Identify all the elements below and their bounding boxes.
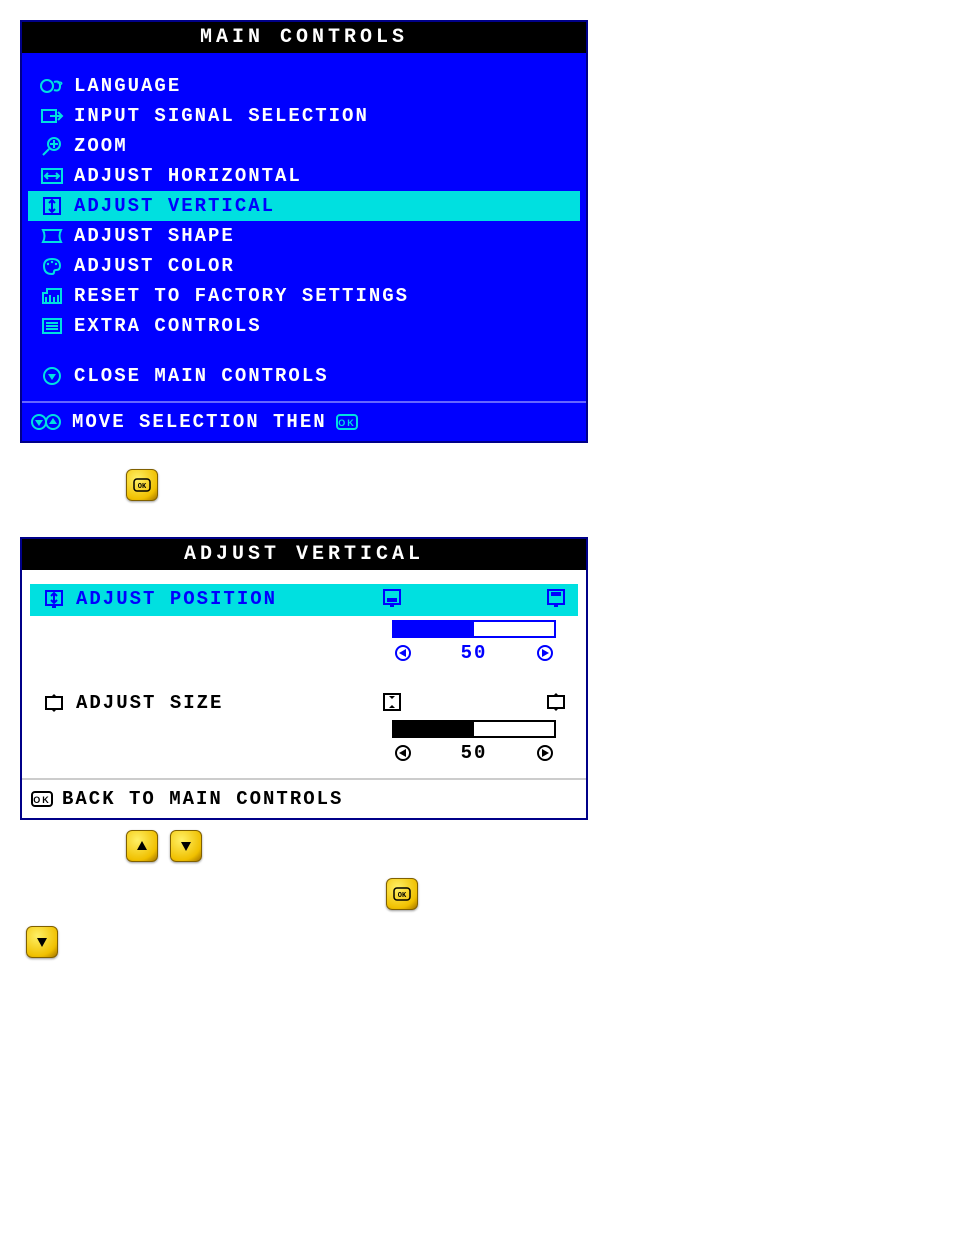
ok-icon: OK bbox=[335, 413, 359, 431]
ok-icon: OK bbox=[28, 790, 56, 808]
adj-color-icon bbox=[34, 256, 70, 276]
svg-text:OK: OK bbox=[338, 418, 356, 428]
updown-icon bbox=[28, 412, 64, 432]
menu-item-adjust-vertical[interactable]: ADJUST VERTICAL bbox=[28, 191, 580, 221]
menu-label: LANGUAGE bbox=[70, 75, 574, 97]
adj-horiz-icon bbox=[34, 166, 70, 186]
pos-up-icon bbox=[544, 588, 568, 608]
footer-hint-text: MOVE SELECTION THEN bbox=[72, 411, 327, 433]
adj-shape-icon bbox=[34, 226, 70, 246]
adj-size-icon bbox=[36, 692, 72, 714]
menu-label: ADJUST COLOR bbox=[70, 255, 574, 277]
back-label: BACK TO MAIN CONTROLS bbox=[56, 788, 343, 810]
footer-hint: MOVE SELECTION THEN OK bbox=[64, 411, 359, 433]
right-arrow-icon[interactable] bbox=[536, 644, 554, 662]
size-slider[interactable] bbox=[392, 720, 556, 738]
sub-footer[interactable]: OK BACK TO MAIN CONTROLS bbox=[22, 778, 586, 818]
adj-vert-icon bbox=[34, 196, 70, 216]
zoom-icon bbox=[34, 136, 70, 156]
hw-buttons-row-4 bbox=[20, 920, 954, 964]
right-arrow-icon[interactable] bbox=[536, 744, 554, 762]
sub-body: ADJUST POSITION bbox=[22, 570, 586, 778]
adjust-vertical-panel: ADJUST VERTICAL ADJUST POSITION bbox=[20, 537, 588, 820]
left-arrow-icon[interactable] bbox=[394, 744, 412, 762]
menu-label: ADJUST HORIZONTAL bbox=[70, 165, 574, 187]
sub-title: ADJUST VERTICAL bbox=[22, 539, 586, 570]
menu-label: ADJUST VERTICAL bbox=[70, 195, 574, 217]
extra-icon bbox=[34, 316, 70, 336]
adj-position-icon bbox=[36, 588, 72, 610]
menu-label: CLOSE MAIN CONTROLS bbox=[70, 365, 574, 387]
sub-item-adjust-size[interactable]: ADJUST SIZE 50 bbox=[30, 688, 578, 768]
reset-icon bbox=[34, 286, 70, 306]
menu-label: ZOOM bbox=[70, 135, 574, 157]
size-grow-icon bbox=[544, 692, 568, 712]
menu-item-adjust-horizontal[interactable]: ADJUST HORIZONTAL bbox=[28, 161, 580, 191]
main-controls-panel: MAIN CONTROLS ? LANGUAGE INPUT SIGNAL SE… bbox=[20, 20, 588, 443]
menu-label: RESET TO FACTORY SETTINGS bbox=[70, 285, 574, 307]
position-slider[interactable] bbox=[392, 620, 556, 638]
input-icon bbox=[34, 106, 70, 126]
sub-item-label: ADJUST POSITION bbox=[72, 588, 277, 610]
svg-text:OK: OK bbox=[398, 892, 407, 900]
pos-down-icon bbox=[380, 588, 404, 608]
menu-item-language[interactable]: ? LANGUAGE bbox=[28, 71, 580, 101]
main-menu-list: ? LANGUAGE INPUT SIGNAL SELECTION ZOOM A… bbox=[22, 53, 586, 401]
hw-buttons-row-1: OK bbox=[120, 463, 954, 507]
up-button[interactable] bbox=[126, 830, 158, 862]
main-footer: MOVE SELECTION THEN OK bbox=[22, 401, 586, 441]
language-icon: ? bbox=[34, 76, 70, 96]
menu-item-reset-factory[interactable]: RESET TO FACTORY SETTINGS bbox=[28, 281, 580, 311]
size-value: 50 bbox=[461, 742, 488, 764]
size-shrink-icon bbox=[380, 692, 404, 712]
left-arrow-icon[interactable] bbox=[394, 644, 412, 662]
down-button[interactable] bbox=[170, 830, 202, 862]
position-value: 50 bbox=[461, 642, 488, 664]
close-icon bbox=[34, 366, 70, 386]
svg-text:OK: OK bbox=[33, 795, 51, 805]
sub-item-position-value-row: 50 bbox=[30, 616, 578, 668]
hw-buttons-row-2 bbox=[120, 824, 954, 868]
menu-item-extra-controls[interactable]: EXTRA CONTROLS bbox=[28, 311, 580, 341]
menu-item-close[interactable]: CLOSE MAIN CONTROLS bbox=[28, 361, 580, 391]
ok-button[interactable]: OK bbox=[126, 469, 158, 501]
svg-text:OK: OK bbox=[138, 483, 147, 491]
sub-item-adjust-position[interactable]: ADJUST POSITION bbox=[30, 584, 578, 616]
svg-text:?: ? bbox=[57, 81, 64, 92]
menu-item-adjust-shape[interactable]: ADJUST SHAPE bbox=[28, 221, 580, 251]
menu-label: ADJUST SHAPE bbox=[70, 225, 574, 247]
menu-item-zoom[interactable]: ZOOM bbox=[28, 131, 580, 161]
ok-button[interactable]: OK bbox=[386, 878, 418, 910]
menu-label: INPUT SIGNAL SELECTION bbox=[70, 105, 574, 127]
main-title: MAIN CONTROLS bbox=[22, 22, 586, 53]
menu-label: EXTRA CONTROLS bbox=[70, 315, 574, 337]
down-button[interactable] bbox=[26, 926, 58, 958]
menu-item-input-signal[interactable]: INPUT SIGNAL SELECTION bbox=[28, 101, 580, 131]
menu-item-adjust-color[interactable]: ADJUST COLOR bbox=[28, 251, 580, 281]
sub-item-label: ADJUST SIZE bbox=[72, 692, 223, 714]
hw-buttons-row-3: OK bbox=[380, 872, 954, 916]
